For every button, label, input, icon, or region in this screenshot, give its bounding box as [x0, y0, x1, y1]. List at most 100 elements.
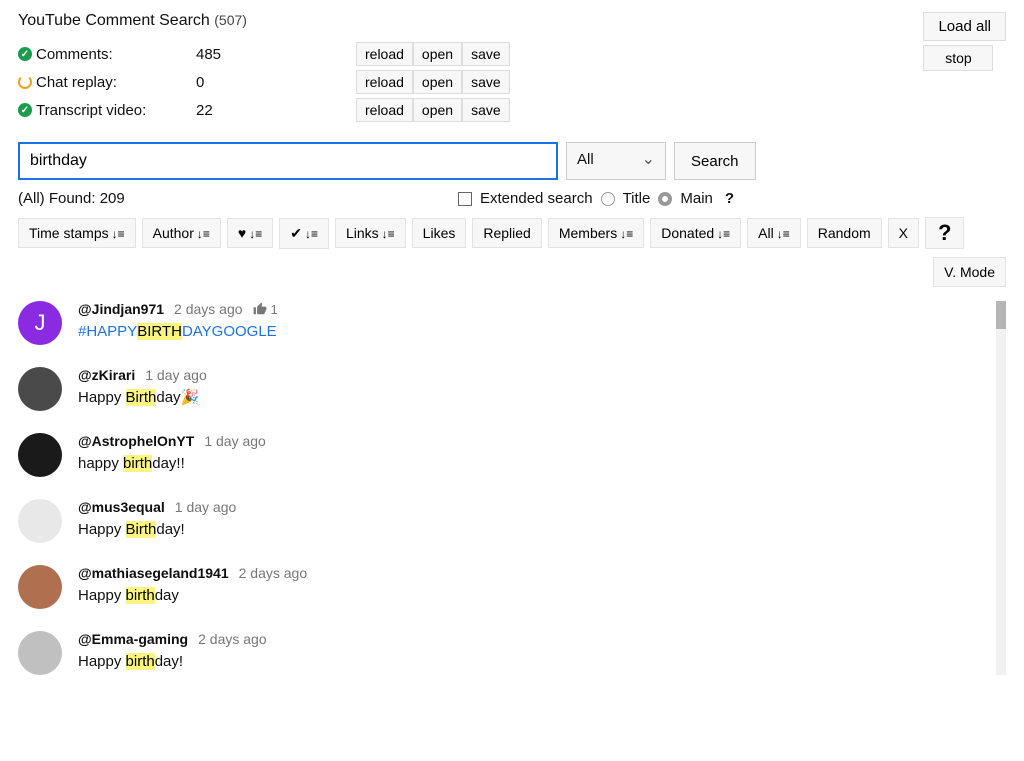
- result-count: (507): [214, 12, 247, 28]
- stats-actions: reloadopensave: [356, 70, 510, 94]
- comment-time[interactable]: 1 day ago: [175, 499, 237, 515]
- comment-item: @mathiasegeland1941 2 days ago Happy birth…: [18, 565, 988, 609]
- stats-row: Chat replay:0reloadopensave: [18, 68, 510, 96]
- check-circle-icon: [18, 103, 36, 117]
- filter-timestamps[interactable]: Time stamps↓≡: [18, 218, 136, 248]
- comment-author[interactable]: @Jindjan971: [78, 301, 164, 317]
- main-radio[interactable]: [658, 192, 672, 206]
- scrollbar-thumb[interactable]: [996, 301, 1006, 329]
- comment-item: @Emma-gaming 2 days ago Happy birthday!: [18, 631, 988, 675]
- reload-button[interactable]: reload: [356, 98, 413, 122]
- like-count: 1: [253, 302, 278, 317]
- comment-author[interactable]: @AstrophelOnYT: [78, 433, 194, 449]
- comment-time[interactable]: 2 days ago: [174, 301, 243, 317]
- search-button[interactable]: Search: [674, 142, 756, 180]
- save-button[interactable]: save: [462, 70, 510, 94]
- comment-author[interactable]: @zKirari: [78, 367, 135, 383]
- comment-author[interactable]: @mus3equal: [78, 499, 165, 515]
- sort-icon: ↓≡: [112, 227, 125, 241]
- filter-select[interactable]: All: [566, 142, 666, 180]
- highlight: Birth: [126, 521, 157, 538]
- save-button[interactable]: save: [462, 98, 510, 122]
- scrollbar-track[interactable]: [996, 301, 1006, 675]
- comment-text: happy birthday!!: [78, 453, 988, 474]
- highlight: BIRTH: [137, 323, 182, 340]
- sort-icon: ↓≡: [249, 227, 262, 241]
- heart-icon: ♥: [238, 225, 246, 241]
- stats-row: Comments:485reloadopensave: [18, 40, 510, 68]
- reload-button[interactable]: reload: [356, 70, 413, 94]
- thumbs-up-icon: [253, 302, 267, 316]
- filter-replied[interactable]: Replied: [472, 218, 541, 248]
- load-all-button[interactable]: Load all: [923, 12, 1006, 41]
- avatar[interactable]: [18, 433, 62, 477]
- check-icon: ✔: [290, 225, 302, 241]
- comment-item: @zKirari 1 day ago Happy Birthday🎉: [18, 367, 988, 411]
- comment-text: Happy birthday!: [78, 651, 988, 672]
- comment-item: J @Jindjan971 2 days ago 1 #HAPPYBIRTHDAYGOO…: [18, 301, 988, 345]
- comment-text: Happy Birthday🎉: [78, 387, 988, 408]
- filter-donated[interactable]: Donated↓≡: [650, 218, 741, 248]
- highlight: birth: [123, 455, 152, 472]
- stats-label: Transcript video:: [36, 102, 196, 119]
- avatar[interactable]: [18, 367, 62, 411]
- title-radio-label: Title: [623, 190, 651, 207]
- stats-label: Chat replay:: [36, 74, 196, 91]
- stats-actions: reloadopensave: [356, 42, 510, 66]
- avatar[interactable]: J: [18, 301, 62, 345]
- stats-actions: reloadopensave: [356, 98, 510, 122]
- filter-clear[interactable]: X: [888, 218, 919, 248]
- comment-item: @mus3equal 1 day ago Happy Birthday!: [18, 499, 988, 543]
- stop-button[interactable]: stop: [923, 45, 993, 71]
- sort-icon: ↓≡: [197, 227, 210, 241]
- comment-time[interactable]: 1 day ago: [145, 367, 207, 383]
- stats-label: Comments:: [36, 46, 196, 63]
- filter-links[interactable]: Links↓≡: [335, 218, 406, 248]
- view-mode-button[interactable]: V. Mode: [933, 257, 1006, 287]
- filter-verified[interactable]: ✔↓≡: [279, 218, 329, 249]
- page-title: YouTube Comment Search: [18, 12, 210, 29]
- help-icon[interactable]: ?: [725, 190, 734, 207]
- open-button[interactable]: open: [413, 42, 462, 66]
- comment-time[interactable]: 2 days ago: [198, 631, 267, 647]
- sort-icon: ↓≡: [777, 227, 790, 241]
- highlight: Birth: [126, 389, 157, 406]
- avatar[interactable]: [18, 565, 62, 609]
- highlight: birth: [126, 653, 155, 670]
- filter-heart[interactable]: ♥↓≡: [227, 218, 273, 248]
- sort-icon: ↓≡: [620, 227, 633, 241]
- comment-item: @AstrophelOnYT 1 day ago happy birthday!!: [18, 433, 988, 477]
- stats-value: 22: [196, 102, 356, 119]
- help-button[interactable]: ?: [925, 217, 964, 249]
- comment-author[interactable]: @mathiasegeland1941: [78, 565, 229, 581]
- sort-icon: ↓≡: [382, 227, 395, 241]
- stats-row: Transcript video:22reloadopensave: [18, 96, 510, 124]
- search-input[interactable]: [18, 142, 558, 180]
- filter-likes[interactable]: Likes: [412, 218, 467, 248]
- comment-time[interactable]: 2 days ago: [239, 565, 308, 581]
- comment-text: Happy Birthday!: [78, 519, 988, 540]
- filter-members[interactable]: Members↓≡: [548, 218, 644, 248]
- title-radio[interactable]: [601, 192, 615, 206]
- save-button[interactable]: save: [462, 42, 510, 66]
- comment-time[interactable]: 1 day ago: [204, 433, 266, 449]
- filter-random[interactable]: Random: [807, 218, 882, 248]
- comment-text: Happy birthday: [78, 585, 988, 606]
- loading-spinner-icon: [18, 75, 36, 89]
- open-button[interactable]: open: [413, 98, 462, 122]
- comment-text: #HAPPYBIRTHDAYGOOGLE: [78, 321, 988, 342]
- filter-all[interactable]: All↓≡: [747, 218, 801, 248]
- comment-author[interactable]: @Emma-gaming: [78, 631, 188, 647]
- stats-value: 485: [196, 46, 356, 63]
- sort-icon: ↓≡: [717, 227, 730, 241]
- extended-search-checkbox[interactable]: [458, 192, 472, 206]
- extended-search-label: Extended search: [480, 190, 593, 207]
- sort-icon: ↓≡: [305, 227, 318, 241]
- filter-author[interactable]: Author↓≡: [142, 218, 221, 248]
- avatar[interactable]: [18, 631, 62, 675]
- reload-button[interactable]: reload: [356, 42, 413, 66]
- check-circle-icon: [18, 47, 36, 61]
- main-radio-label: Main: [680, 190, 713, 207]
- avatar[interactable]: [18, 499, 62, 543]
- open-button[interactable]: open: [413, 70, 462, 94]
